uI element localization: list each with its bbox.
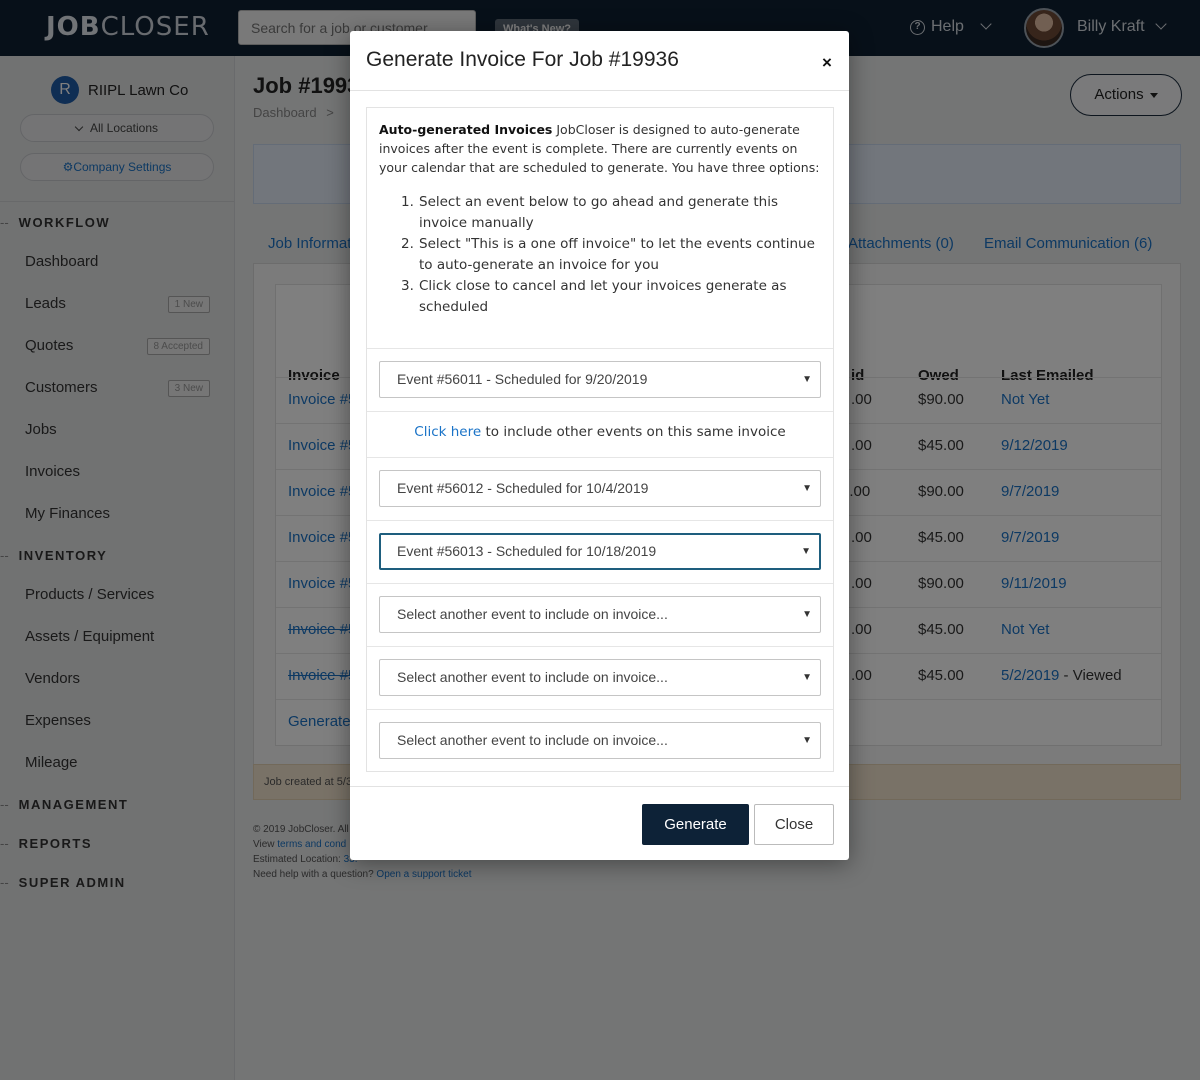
include-events-line: Click here to include other events on th… <box>367 424 833 440</box>
modal-footer: Generate Close <box>350 786 849 860</box>
event-select-extra[interactable]: Select another event to include on invoi… <box>379 659 821 696</box>
generate-invoice-modal: Generate Invoice For Job #19936 × Auto-g… <box>350 31 849 860</box>
intro-text: Auto-generated Invoices JobCloser is des… <box>379 120 825 177</box>
divider <box>367 583 833 584</box>
divider <box>367 646 833 647</box>
generate-button[interactable]: Generate <box>642 804 749 845</box>
option-text: Select an event below to go ahead and ge… <box>419 194 779 231</box>
divider <box>367 411 833 412</box>
option-item: 3. Click close to cancel and let your inv… <box>379 276 827 318</box>
dropdown-arrow-icon: ▼ <box>802 609 812 620</box>
modal-title: Generate Invoice For Job #19936 <box>366 48 679 71</box>
select-value: Select another event to include on invoi… <box>397 732 668 748</box>
event-select-primary[interactable]: Event #56011 - Scheduled for 9/20/2019 ▼ <box>379 361 821 398</box>
include-events-text: to include other events on this same inv… <box>481 424 786 440</box>
option-number: 3. <box>401 278 414 294</box>
event-select-extra[interactable]: Select another event to include on invoi… <box>379 722 821 759</box>
option-text: Click close to cancel and let your invoi… <box>419 278 787 315</box>
select-value: Select another event to include on invoi… <box>397 606 668 622</box>
dropdown-arrow-icon: ▼ <box>802 672 812 683</box>
divider <box>367 709 833 710</box>
dropdown-arrow-icon: ▼ <box>802 735 812 746</box>
click-here-link[interactable]: Click here <box>414 424 481 440</box>
option-text: Select "This is a one off invoice" to le… <box>419 236 815 273</box>
divider <box>367 457 833 458</box>
select-value: Event #56012 - Scheduled for 10/4/2019 <box>397 480 649 496</box>
select-value: Event #56011 - Scheduled for 9/20/2019 <box>397 371 648 387</box>
option-number: 1. <box>401 194 414 210</box>
close-button[interactable]: Close <box>754 804 834 845</box>
divider <box>367 348 833 349</box>
intro-heading: Auto-generated Invoices <box>379 122 553 137</box>
modal-body: Auto-generated Invoices JobCloser is des… <box>366 107 834 772</box>
dropdown-arrow-icon: ▼ <box>801 546 811 557</box>
dropdown-arrow-icon: ▼ <box>802 374 812 385</box>
select-value: Event #56013 - Scheduled for 10/18/2019 <box>397 543 657 559</box>
event-select-extra[interactable]: Event #56012 - Scheduled for 10/4/2019 ▼ <box>379 470 821 507</box>
event-select-extra[interactable]: Select another event to include on invoi… <box>379 596 821 633</box>
options-list: 1. Select an event below to go ahead and … <box>379 192 827 318</box>
select-value: Select another event to include on invoi… <box>397 669 668 685</box>
event-select-extra[interactable]: Event #56013 - Scheduled for 10/18/2019 ▼ <box>379 533 821 570</box>
option-item: 1. Select an event below to go ahead and … <box>379 192 827 234</box>
option-number: 2. <box>401 236 414 252</box>
close-icon[interactable]: × <box>822 53 832 73</box>
divider <box>367 520 833 521</box>
dropdown-arrow-icon: ▼ <box>802 483 812 494</box>
modal-header: Generate Invoice For Job #19936 × <box>350 31 849 91</box>
option-item: 2. Select "This is a one off invoice" to … <box>379 234 827 276</box>
